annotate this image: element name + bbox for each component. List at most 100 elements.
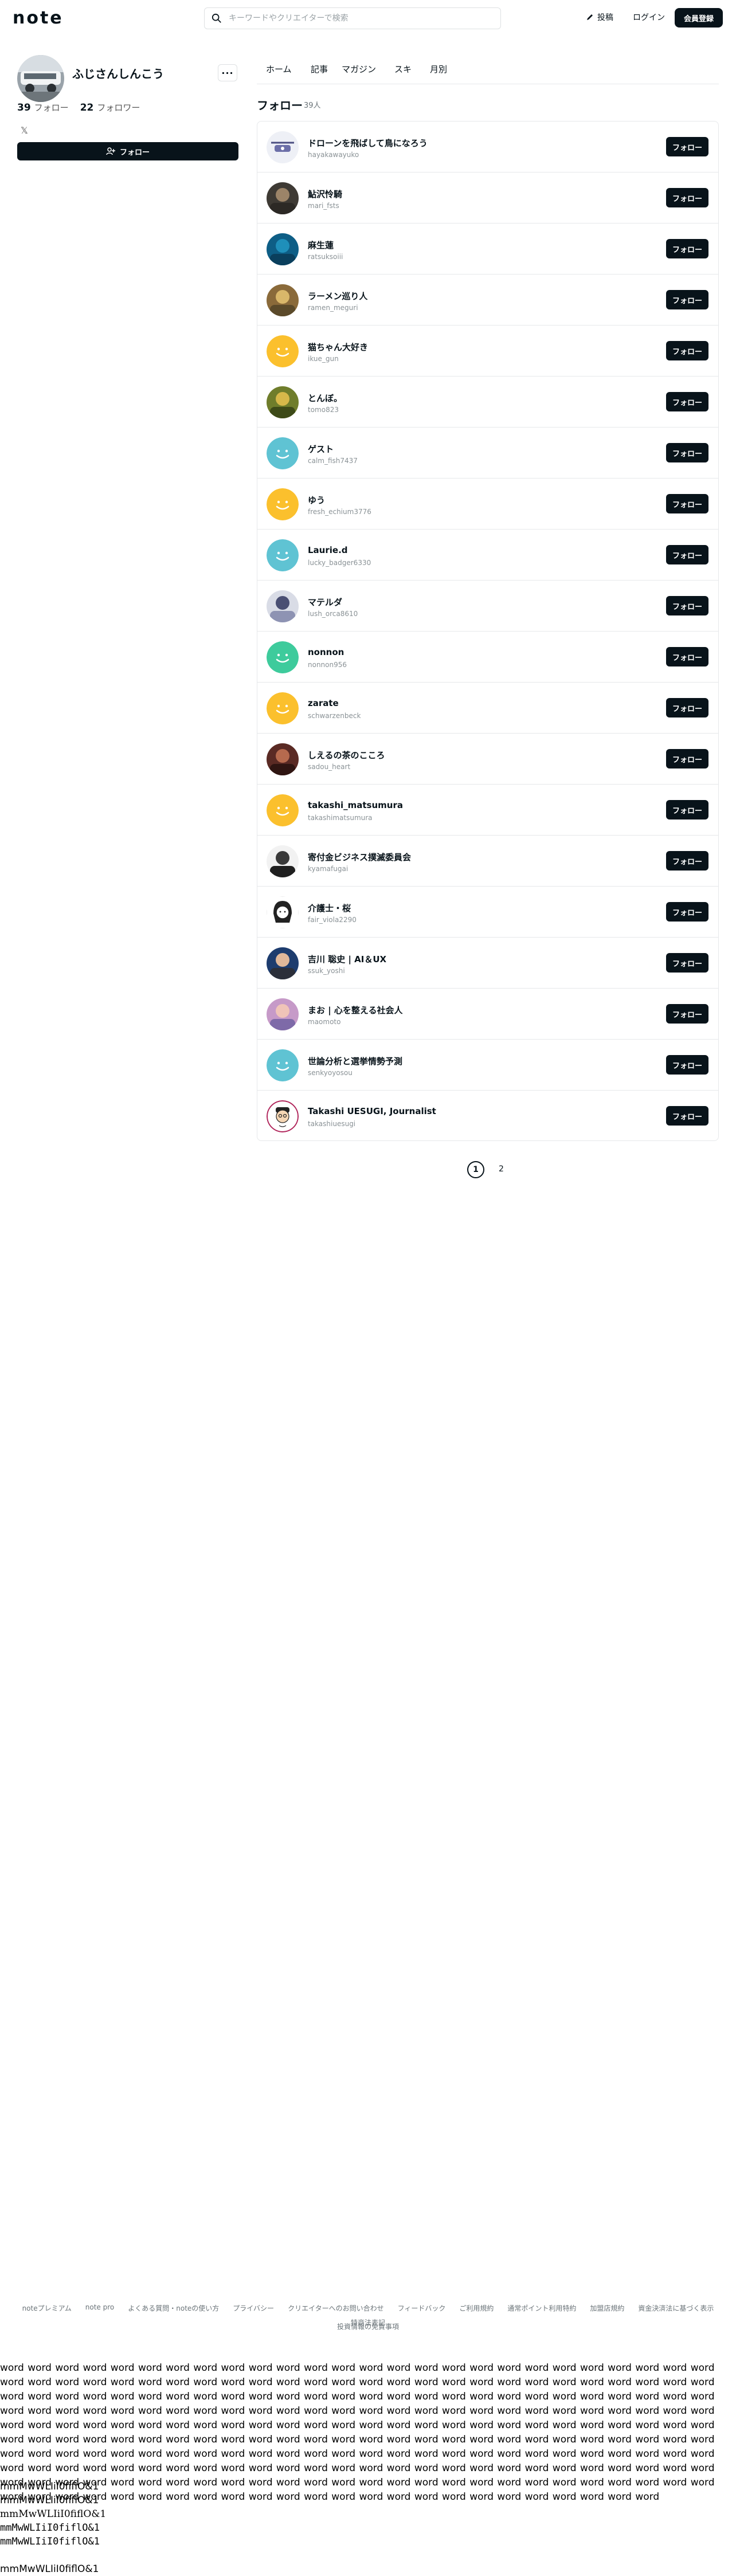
follow-list-item[interactable]: しえるの茶のこころ sadou_heart フォロー (257, 734, 718, 785)
note-logo[interactable]: note (13, 8, 64, 28)
follow-button[interactable]: フォロー (666, 953, 708, 973)
footer-link[interactable]: note pro (85, 2303, 114, 2313)
user-name[interactable]: ゆう (308, 494, 325, 506)
follow-button[interactable]: フォロー (666, 800, 708, 820)
profile-follow-button[interactable]: フォロー (17, 142, 238, 160)
follow-list-item[interactable]: nonnon nonnon956 フォロー (257, 632, 718, 683)
x-icon[interactable]: 𝕏 (21, 125, 28, 136)
user-avatar[interactable] (267, 590, 299, 622)
footer-link[interactable]: 加盟店規約 (590, 2303, 624, 2313)
follow-list-item[interactable]: ゆう fresh_echium3776 フォロー (257, 479, 718, 530)
follower-count-label[interactable]: フォロワー (97, 101, 140, 113)
user-name[interactable]: まお | 心を整える社会人 (308, 1004, 402, 1016)
footer-link[interactable]: フィードバック (398, 2303, 446, 2313)
follow-count-label[interactable]: フォロー (34, 101, 69, 113)
user-avatar[interactable] (267, 335, 299, 367)
user-name[interactable]: 猫ちゃん大好き (308, 341, 368, 353)
user-name[interactable]: takashi_matsumura (308, 800, 403, 810)
user-avatar[interactable] (267, 896, 299, 928)
follow-list-item[interactable]: 吉川 聡史 | AI＆UX ssuk_yoshi フォロー (257, 938, 718, 989)
signup-button[interactable]: 会員登録 (675, 8, 723, 28)
user-name[interactable]: 鮎沢怜騎 (308, 188, 342, 200)
follow-button[interactable]: フォロー (666, 443, 708, 462)
search-box[interactable] (204, 7, 501, 29)
user-name[interactable]: Takashi UESUGI, Journalist (308, 1106, 436, 1116)
follow-list-item[interactable]: Laurie.d lucky_badger6330 フォロー (257, 530, 718, 581)
tab-monthly[interactable]: 月別 (430, 63, 447, 75)
follow-list-item[interactable]: ラーメン巡り人 ramen_meguri フォロー (257, 275, 718, 326)
footer-link[interactable]: 通常ポイント利用特約 (507, 2303, 576, 2313)
user-name[interactable]: とんぼ。 (308, 392, 342, 404)
page-2-link[interactable]: 2 (499, 1165, 504, 1174)
footer-link[interactable]: よくある質問・noteの使い方 (128, 2303, 219, 2313)
user-avatar[interactable] (267, 641, 299, 673)
footer-link[interactable]: プライバシー (233, 2303, 274, 2313)
user-avatar[interactable] (267, 182, 299, 214)
post-button[interactable]: 投稿 (586, 11, 613, 23)
follower-count[interactable]: 22 (80, 102, 94, 113)
page-1-button[interactable]: 1 (467, 1161, 484, 1178)
follow-count[interactable]: 39 (17, 102, 31, 113)
user-avatar[interactable] (267, 437, 299, 469)
user-avatar[interactable] (267, 1100, 299, 1132)
follow-button[interactable]: フォロー (666, 851, 708, 871)
user-avatar[interactable] (267, 743, 299, 775)
follow-button[interactable]: フォロー (666, 749, 708, 769)
footer-link[interactable]: クリエイターへのお問い合わせ (288, 2303, 384, 2313)
user-avatar[interactable] (267, 947, 299, 979)
user-avatar[interactable] (267, 386, 299, 418)
follow-list-item[interactable]: とんぼ。 tomo823 フォロー (257, 377, 718, 428)
follow-list-item[interactable]: ドローンを飛ばして鳥になろう hayakawayuko フォロー (257, 121, 718, 172)
user-name[interactable]: 吉川 聡史 | AI＆UX (308, 953, 386, 965)
user-name[interactable]: マテルダ (308, 596, 342, 608)
follow-button[interactable]: フォロー (666, 137, 708, 156)
follow-list-item[interactable]: 介護士・桜 fair_viola2290 フォロー (257, 887, 718, 938)
user-avatar[interactable] (267, 233, 299, 265)
footer-link[interactable]: ご利用規約 (459, 2303, 494, 2313)
follow-list-item[interactable]: takashi_matsumura takashimatsumura フォロー (257, 785, 718, 836)
follow-list-item[interactable]: Takashi UESUGI, Journalist takashiuesugi フ… (257, 1091, 718, 1142)
user-name[interactable]: 寄付金ビジネス撲滅委員会 (308, 851, 411, 863)
follow-list-item[interactable]: 鮎沢怜騎 mari_fsts フォロー (257, 172, 718, 224)
tab-articles[interactable]: 記事 (311, 63, 328, 75)
tab-magazine[interactable]: マガジン (342, 63, 376, 75)
follow-list-item[interactable]: zarate schwarzenbeck フォロー (257, 683, 718, 734)
follow-button[interactable]: フォロー (666, 1004, 708, 1024)
follow-button[interactable]: フォロー (666, 341, 708, 360)
follow-list-item[interactable]: 猫ちゃん大好き ikue_gun フォロー (257, 326, 718, 377)
user-name[interactable]: しえるの茶のこころ (308, 749, 385, 761)
follow-button[interactable]: フォロー (666, 1055, 708, 1075)
user-name[interactable]: 世論分析と選挙情勢予測 (308, 1055, 402, 1067)
user-avatar[interactable] (267, 131, 299, 163)
follow-button[interactable]: フォロー (666, 647, 708, 666)
footer-link-disclaimer[interactable]: 投資情報の免責事項 (0, 2322, 736, 2331)
follow-button[interactable]: フォロー (666, 698, 708, 717)
follow-list-item[interactable]: 麻生蓮 ratsuksoiii フォロー (257, 224, 718, 275)
footer-link[interactable]: 資金決済法に基づく表示 (638, 2303, 714, 2313)
follow-button[interactable]: フォロー (666, 188, 708, 207)
tab-likes[interactable]: スキ (394, 63, 412, 75)
follow-list-item[interactable]: 世論分析と選挙情勢予測 senkyoyosou フォロー (257, 1040, 718, 1091)
follow-button[interactable]: フォロー (666, 1106, 708, 1126)
user-avatar[interactable] (267, 794, 299, 826)
follow-button[interactable]: フォロー (666, 239, 708, 258)
user-avatar[interactable] (267, 692, 299, 724)
user-name[interactable]: zarate (308, 698, 339, 708)
follow-list-item[interactable]: まお | 心を整える社会人 maomoto フォロー (257, 989, 718, 1040)
follow-list-item[interactable]: ゲスト calm_fish7437 フォロー (257, 428, 718, 479)
user-avatar[interactable] (267, 488, 299, 520)
follow-button[interactable]: フォロー (666, 494, 708, 513)
search-input[interactable] (228, 13, 482, 23)
user-name[interactable]: 麻生蓮 (308, 239, 334, 251)
follow-list-item[interactable]: 寄付金ビジネス撲滅委員会 kyamafugai フォロー (257, 836, 718, 887)
more-options-button[interactable]: ··· (218, 64, 237, 81)
follow-button[interactable]: フォロー (666, 596, 708, 615)
user-avatar[interactable] (267, 284, 299, 316)
footer-link[interactable]: noteプレミアム (22, 2303, 72, 2313)
user-name[interactable]: nonnon (308, 647, 344, 657)
user-name[interactable]: ゲスト (308, 443, 334, 455)
follow-button[interactable]: フォロー (666, 545, 708, 564)
follow-button[interactable]: フォロー (666, 902, 708, 922)
user-name[interactable]: 介護士・桜 (308, 902, 351, 914)
user-name[interactable]: Laurie.d (308, 545, 348, 555)
